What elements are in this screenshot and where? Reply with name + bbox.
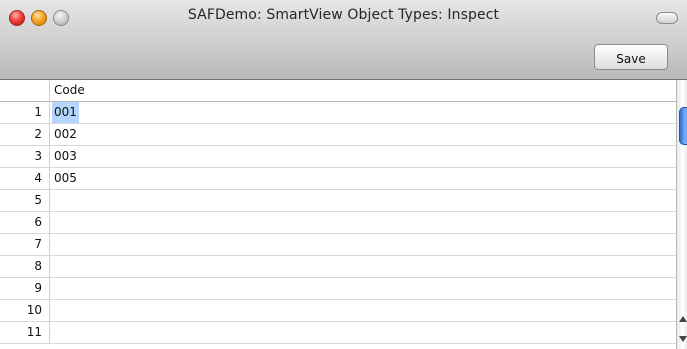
table-row[interactable]: 4 005 [0, 168, 676, 190]
row-number: 8 [34, 259, 42, 273]
table-row[interactable]: 10 [0, 300, 676, 322]
column-divider [49, 146, 50, 168]
table-row[interactable]: 1 001 [0, 102, 676, 124]
table-row[interactable]: 3 003 [0, 146, 676, 168]
row-number: 2 [34, 127, 42, 141]
column-divider [49, 278, 50, 300]
title-bar: SAFDemo: SmartView Object Types: Inspect… [0, 0, 687, 80]
scroll-down-arrow-icon[interactable] [679, 336, 687, 342]
window-title: SAFDemo: SmartView Object Types: Inspect [187, 7, 500, 23]
column-divider [49, 102, 50, 124]
table-row[interactable]: 7 [0, 234, 676, 256]
column-divider [49, 212, 50, 234]
column-divider [49, 168, 50, 190]
column-divider [49, 322, 50, 344]
code-cell[interactable]: 005 [54, 168, 77, 189]
scroll-up-arrow-icon[interactable] [679, 316, 687, 322]
column-divider [49, 234, 50, 256]
column-divider [49, 124, 50, 146]
code-cell[interactable]: 002 [54, 124, 77, 145]
row-number: 1 [34, 105, 42, 119]
row-number: 10 [26, 303, 42, 317]
code-column-header[interactable]: Code [54, 83, 85, 97]
save-button[interactable]: Save [594, 44, 668, 70]
row-number: 6 [34, 215, 42, 229]
row-number-header [0, 80, 50, 101]
column-divider [49, 300, 50, 322]
toolbar-toggle-icon[interactable] [656, 12, 678, 24]
table-row[interactable]: 11 [0, 322, 676, 344]
table-row[interactable]: 2 002 [0, 124, 676, 146]
row-number: 4 [34, 171, 42, 185]
row-number: 3 [34, 149, 42, 163]
row-number: 11 [26, 325, 42, 339]
table-row[interactable]: 9 [0, 278, 676, 300]
table-row[interactable]: 5 [0, 190, 676, 212]
code-cell[interactable]: 003 [54, 146, 77, 167]
scrollbar-thumb[interactable] [679, 107, 687, 145]
table-row[interactable]: 8 [0, 256, 676, 278]
column-divider [49, 190, 50, 212]
row-number: 5 [34, 193, 42, 207]
row-number: 9 [34, 281, 42, 295]
inspect-window: SAFDemo: SmartView Object Types: Inspect… [0, 0, 687, 349]
column-divider [49, 256, 50, 278]
code-cell[interactable]: 001 [52, 102, 79, 123]
grid-header: Code [0, 80, 676, 102]
table-row[interactable]: 6 [0, 212, 676, 234]
grid-rows: 1 001 2 002 3 003 4 005 5 6 7 8 9 10 11 [0, 102, 676, 344]
row-number: 7 [34, 237, 42, 251]
